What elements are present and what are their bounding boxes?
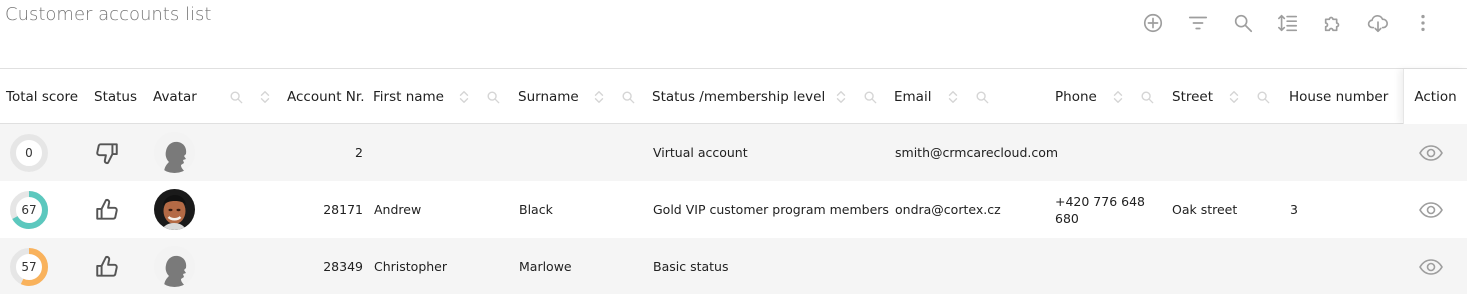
cell-house-number	[1290, 124, 1390, 181]
column-street[interactable]: Street	[1172, 69, 1213, 124]
filter-button[interactable]	[1175, 9, 1220, 37]
cell-first-name: Andrew	[374, 202, 422, 217]
column-account-nr[interactable]: Account Nr.	[287, 69, 365, 124]
sort-icon[interactable]	[834, 89, 848, 103]
total-score-value: 57	[21, 260, 37, 274]
vertical-dots-icon	[1420, 14, 1425, 32]
column-avatar[interactable]: Avatar	[153, 69, 197, 124]
column-search-icon[interactable]	[486, 89, 500, 104]
puzzle-icon	[1324, 16, 1339, 32]
thumbs-up-icon	[94, 254, 120, 280]
cell-account-nr: 2	[355, 145, 363, 160]
cell-house-number	[1290, 238, 1390, 294]
sort-icon[interactable]	[1227, 89, 1241, 103]
column-status[interactable]: Status	[94, 69, 137, 124]
cell-membership: Basic status	[653, 259, 729, 274]
thumbs-down-icon	[94, 140, 120, 166]
filter-icon	[1188, 16, 1207, 30]
cell-email	[895, 238, 1050, 294]
table-row[interactable]: 67 28171 Andrew Black Gold VIP customer prog…	[0, 181, 1467, 238]
cell-street	[1172, 124, 1284, 181]
cloud-download-icon	[1367, 14, 1388, 33]
add-button[interactable]	[1130, 9, 1175, 37]
column-search-icon[interactable]	[1140, 89, 1154, 104]
avatar	[154, 132, 195, 173]
column-surname[interactable]: Surname	[518, 69, 579, 124]
cell-email: ondra@cortex.cz	[895, 202, 1001, 217]
cell-street: Oak street	[1172, 202, 1238, 217]
sort-icon[interactable]	[258, 89, 272, 103]
search-button[interactable]	[1220, 9, 1265, 37]
column-membership[interactable]: Status /membership level	[652, 69, 825, 124]
accounts-table: Total score Status Avatar Account Nr. Fi…	[0, 68, 1467, 294]
sort-icon[interactable]	[592, 89, 606, 103]
toolbar	[1130, 9, 1445, 37]
total-score-gauge: 67	[9, 190, 49, 230]
sort-button[interactable]	[1265, 9, 1310, 37]
table-body: 0 2 Virtual account smith@crmcarecloud.com 6…	[0, 124, 1467, 294]
view-eye-icon[interactable]	[1418, 142, 1444, 164]
extensions-button[interactable]	[1310, 9, 1355, 37]
column-search-icon[interactable]	[621, 89, 635, 104]
table-header: Total score Status Avatar Account Nr. Fi…	[0, 68, 1467, 124]
search-icon	[1234, 14, 1252, 33]
cell-phone	[1055, 124, 1167, 181]
column-first-name[interactable]: First name	[373, 69, 444, 124]
column-search-icon[interactable]	[229, 89, 243, 104]
cell-surname	[519, 124, 639, 181]
cell-first-name: Christopher	[374, 259, 448, 274]
thumbs-up-icon	[94, 197, 120, 223]
column-search-icon[interactable]	[1256, 89, 1270, 104]
cell-surname: Black	[519, 202, 553, 217]
cell-first-name	[374, 124, 504, 181]
table-row[interactable]: 57 28349 Christopher Marlowe Basic status	[0, 238, 1467, 294]
sort-icon[interactable]	[946, 89, 960, 103]
cell-account-nr: 28349	[323, 259, 363, 274]
plus-circle-icon	[1143, 13, 1162, 33]
more-button[interactable]	[1400, 9, 1445, 37]
sort-icon[interactable]	[457, 89, 471, 103]
sort-lines-icon	[1277, 14, 1297, 32]
view-eye-icon[interactable]	[1418, 199, 1444, 221]
cell-membership: Virtual account	[653, 145, 748, 160]
avatar	[154, 189, 195, 230]
avatar	[154, 246, 195, 287]
column-email[interactable]: Email	[894, 69, 931, 124]
column-search-icon[interactable]	[863, 89, 877, 104]
column-total-score[interactable]: Total score	[6, 69, 78, 124]
cell-surname: Marlowe	[519, 259, 572, 274]
page-title: Customer accounts list	[5, 4, 212, 25]
total-score-gauge: 57	[9, 247, 49, 287]
sort-icon[interactable]	[1111, 89, 1125, 103]
column-phone[interactable]: Phone	[1055, 69, 1097, 124]
total-score-gauge: 0	[9, 133, 49, 173]
table-row[interactable]: 0 2 Virtual account smith@crmcarecloud.com	[0, 124, 1467, 181]
column-house-number[interactable]: House number	[1289, 69, 1388, 124]
cell-phone: +420 776 648 680	[1055, 193, 1145, 226]
cell-email: smith@crmcarecloud.com	[895, 145, 1059, 160]
cell-street	[1172, 238, 1284, 294]
cell-phone	[1055, 238, 1167, 294]
total-score-value: 67	[21, 203, 37, 217]
view-eye-icon[interactable]	[1418, 256, 1444, 278]
cell-house-number: 3	[1290, 202, 1298, 217]
cell-membership: Gold VIP customer program members	[653, 202, 889, 217]
cell-account-nr: 28171	[323, 202, 363, 217]
total-score-value: 0	[25, 146, 33, 160]
column-search-icon[interactable]	[975, 89, 989, 104]
column-action: Action	[1403, 69, 1467, 124]
download-button[interactable]	[1355, 9, 1400, 37]
